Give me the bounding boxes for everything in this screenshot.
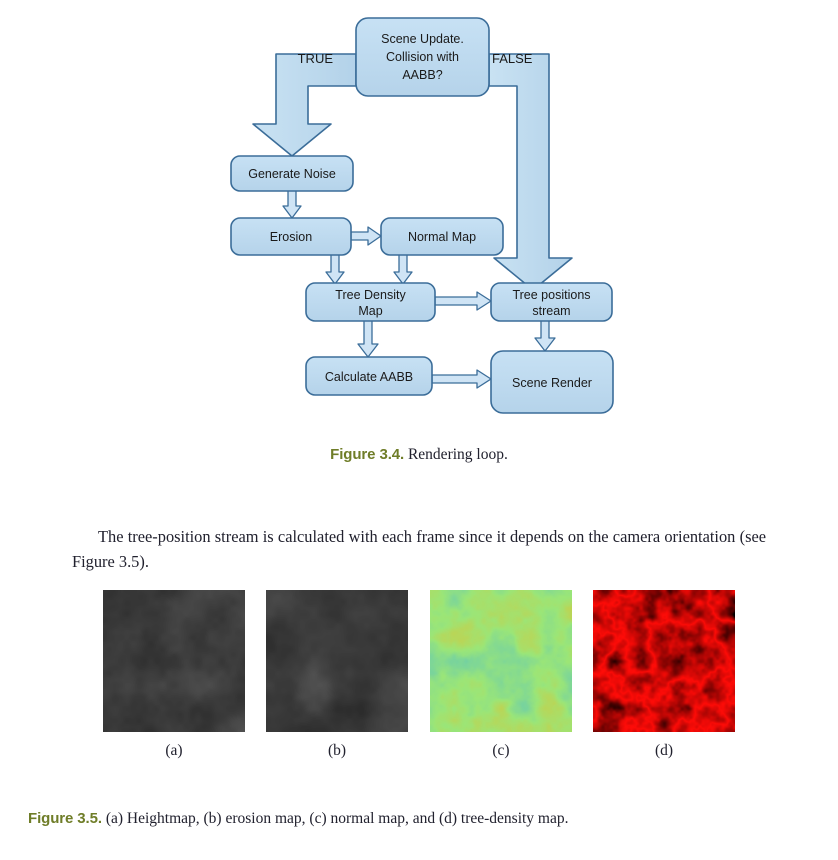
rendering-loop-flowchart: TRUE FALSE <box>0 0 838 430</box>
panel-label-b: (b) <box>266 742 408 760</box>
edge-label-true: TRUE <box>298 51 334 66</box>
node-erosion-label: Erosion <box>270 230 312 244</box>
edge-label-false: FALSE <box>492 51 533 66</box>
node-tree-density-line2: Map <box>358 304 382 318</box>
panel-b-erosion-map <box>266 590 408 732</box>
edge-false-block-arrow <box>489 54 572 290</box>
figure-3-5-panel-strip <box>103 590 735 732</box>
node-tree-positions-line2: stream <box>532 304 570 318</box>
edge-tree-positions-to-scene-render <box>535 320 555 351</box>
node-tree-density-map[interactable]: Tree Density Map <box>306 283 435 321</box>
edge-erosion-to-normal-map <box>351 227 381 245</box>
panel-a-heightmap <box>103 590 245 732</box>
figure-3-5-caption: Figure 3.5. (a) Heightmap, (b) erosion m… <box>28 810 818 828</box>
panel-a-canvas <box>103 590 245 732</box>
node-erosion[interactable]: Erosion <box>231 218 351 255</box>
edge-true-block-arrow <box>253 54 356 156</box>
panel-label-c: (c) <box>430 742 572 760</box>
edge-normal-map-to-tree-density <box>394 254 412 284</box>
node-scene-render[interactable]: Scene Render <box>491 351 613 413</box>
figure-3-5-number: Figure 3.5. <box>28 810 102 827</box>
figure-3-4-number: Figure 3.4. <box>330 446 404 463</box>
edge-tree-density-to-calculate-aabb <box>358 320 378 357</box>
node-scene-update-line3: AABB? <box>402 68 442 82</box>
node-tree-positions-line1: Tree positions <box>512 288 590 302</box>
node-normal-map-label: Normal Map <box>408 230 476 244</box>
node-scene-update-line1: Scene Update. <box>381 32 464 46</box>
node-scene-update-line2: Collision with <box>386 50 459 64</box>
node-calculate-aabb[interactable]: Calculate AABB <box>306 357 432 395</box>
body-paragraph: The tree-position stream is calculated w… <box>72 524 766 574</box>
panel-label-a: (a) <box>103 742 245 760</box>
panel-label-d: (d) <box>593 742 735 760</box>
node-scene-render-label: Scene Render <box>512 376 592 390</box>
edge-tree-density-to-tree-positions <box>435 292 491 310</box>
node-generate-noise[interactable]: Generate Noise <box>231 156 353 191</box>
panel-d-tree-density-map <box>593 590 735 732</box>
node-tree-positions-stream[interactable]: Tree positions stream <box>491 283 612 321</box>
figure-3-5-text: (a) Heightmap, (b) erosion map, (c) norm… <box>106 810 569 827</box>
panel-c-normal-map <box>430 590 572 732</box>
edge-erosion-to-tree-density <box>326 254 344 284</box>
figure-3-4-text: Rendering loop. <box>408 446 508 463</box>
node-normal-map[interactable]: Normal Map <box>381 218 503 255</box>
panel-b-canvas <box>266 590 408 732</box>
figure-3-5-panel-labels: (a) (b) (c) (d) <box>103 742 735 766</box>
node-generate-noise-label: Generate Noise <box>248 167 336 181</box>
edge-calculate-aabb-to-scene-render <box>432 370 491 388</box>
panel-c-canvas <box>430 590 572 732</box>
node-tree-density-line1: Tree Density <box>335 288 406 302</box>
figure-3-4-caption: Figure 3.4. Rendering loop. <box>0 446 838 464</box>
node-scene-update[interactable]: Scene Update. Collision with AABB? <box>356 18 489 96</box>
node-calculate-aabb-label: Calculate AABB <box>325 370 413 384</box>
edge-generate-noise-to-erosion <box>283 190 301 218</box>
panel-d-canvas <box>593 590 735 732</box>
